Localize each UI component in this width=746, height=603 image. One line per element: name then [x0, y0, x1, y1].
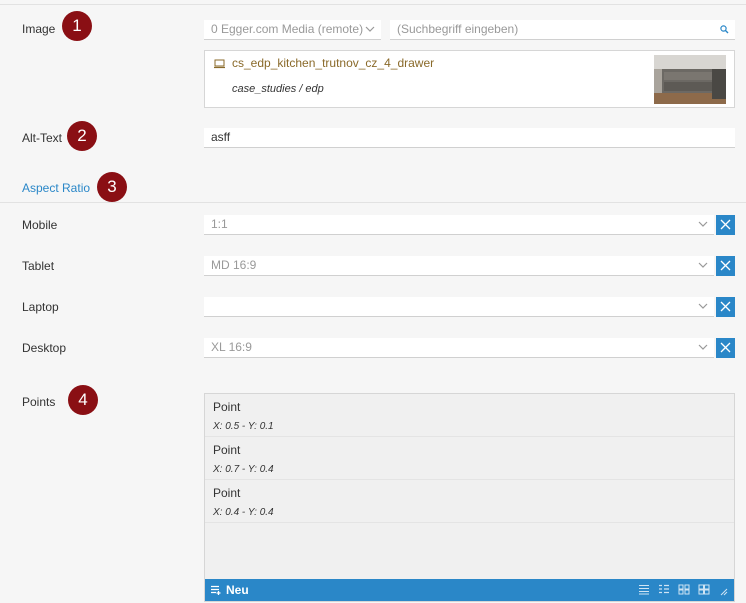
- resize-handle-icon[interactable]: [718, 586, 728, 596]
- tablet-ratio-select[interactable]: MD 16:9: [204, 256, 714, 276]
- point-title: Point: [213, 486, 241, 500]
- add-list-icon: [211, 585, 221, 595]
- chevron-down-icon: [365, 20, 375, 33]
- view-toolbar: [638, 584, 728, 596]
- media-search-input[interactable]: (Suchbegriff eingeben): [390, 20, 735, 40]
- chevron-down-icon: [698, 215, 708, 228]
- selected-media-card[interactable]: cs_edp_kitchen_trutnov_cz_4_drawer case_…: [204, 50, 735, 108]
- media-source-select[interactable]: 0 Egger.com Media (remote): [204, 20, 381, 40]
- tablet-ratio-value: MD 16:9: [211, 258, 257, 272]
- close-icon: [720, 301, 731, 312]
- add-point-label: Neu: [226, 583, 249, 597]
- point-coords: X: 0.7 - Y: 0.4: [213, 464, 274, 475]
- list-view-icon[interactable]: [638, 584, 650, 595]
- media-name-link[interactable]: cs_edp_kitchen_trutnov_cz_4_drawer: [232, 56, 434, 70]
- close-icon: [720, 219, 731, 230]
- mobile-label: Mobile: [22, 218, 58, 232]
- desktop-clear-button[interactable]: [716, 338, 735, 358]
- points-label: Points: [22, 395, 56, 409]
- mobile-ratio-value: 1:1: [211, 217, 228, 231]
- section-divider: [0, 202, 746, 203]
- laptop-ratio-select[interactable]: [204, 297, 714, 317]
- point-title: Point: [213, 400, 241, 414]
- alt-text-value: asff: [211, 130, 231, 144]
- monitor-icon: [214, 58, 225, 72]
- close-icon: [720, 342, 731, 353]
- point-coords: X: 0.4 - Y: 0.4: [213, 507, 274, 518]
- point-coords: X: 0.5 - Y: 0.1: [213, 421, 274, 432]
- media-path: case_studies / edp: [232, 83, 324, 95]
- list-item[interactable]: Point X: 0.7 - Y: 0.4: [205, 437, 734, 480]
- add-point-button[interactable]: Neu: [211, 579, 249, 601]
- list-item[interactable]: Point X: 0.4 - Y: 0.4: [205, 480, 734, 523]
- laptop-clear-button[interactable]: [716, 297, 735, 317]
- tile-view-icon[interactable]: [698, 584, 710, 595]
- annotation-badge-4: 4: [68, 385, 98, 415]
- image-label: Image: [22, 22, 56, 36]
- alt-text-input[interactable]: asff: [204, 128, 735, 148]
- chevron-down-icon: [698, 256, 708, 269]
- chevron-down-icon: [698, 297, 708, 310]
- aspect-ratio-title: Aspect Ratio: [22, 181, 91, 195]
- laptop-label: Laptop: [22, 300, 59, 314]
- desktop-label: Desktop: [22, 341, 67, 355]
- alt-text-label: Alt-Text: [22, 131, 63, 145]
- points-list: Point X: 0.5 - Y: 0.1 Point X: 0.7 - Y: …: [204, 393, 735, 602]
- annotation-badge-1: 1: [62, 11, 92, 41]
- annotation-badge-2: 2: [67, 121, 97, 151]
- top-divider: [0, 4, 746, 5]
- search-icon[interactable]: [720, 20, 729, 34]
- mobile-clear-button[interactable]: [716, 215, 735, 235]
- tablet-label: Tablet: [22, 259, 55, 273]
- tablet-clear-button[interactable]: [716, 256, 735, 276]
- close-icon: [720, 260, 731, 271]
- annotation-badge-3: 3: [97, 172, 127, 202]
- media-search-placeholder: (Suchbegriff eingeben): [397, 22, 519, 36]
- detail-view-icon[interactable]: [658, 584, 670, 595]
- points-toolbar: Neu: [205, 579, 734, 601]
- point-title: Point: [213, 443, 241, 457]
- grid-view-icon[interactable]: [678, 584, 690, 595]
- chevron-down-icon: [698, 338, 708, 351]
- media-thumbnail: [654, 55, 726, 104]
- mobile-ratio-select[interactable]: 1:1: [204, 215, 714, 235]
- desktop-ratio-value: XL 16:9: [211, 340, 252, 354]
- list-item[interactable]: Point X: 0.5 - Y: 0.1: [205, 394, 734, 437]
- desktop-ratio-select[interactable]: XL 16:9: [204, 338, 714, 358]
- media-source-value: 0 Egger.com Media (remote): [211, 22, 364, 36]
